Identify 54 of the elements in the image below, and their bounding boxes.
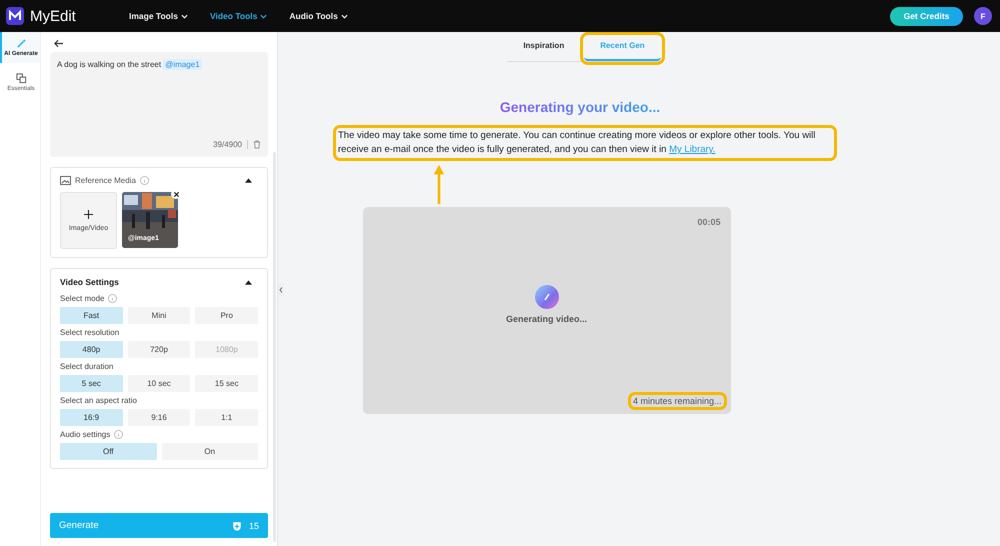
tab[interactable]: Inspiration xyxy=(507,36,580,61)
credit-shield-icon xyxy=(232,520,242,530)
status-message: The video may take some time to generate. You can continue creating more videos or explore other tools. You will receive an e-mail once the video is fully generated, and you can then view it in My Library. xyxy=(336,128,834,158)
app-name: MyEdit xyxy=(30,8,76,24)
option-button[interactable]: Off xyxy=(60,443,156,460)
generating-label: Generating video... xyxy=(506,314,588,324)
nav-menu[interactable]: Image Tools xyxy=(129,11,188,21)
option-button[interactable]: 9:16 xyxy=(128,409,190,426)
arrow-annotation xyxy=(432,164,446,204)
nav-menu[interactable]: Audio Tools xyxy=(289,11,348,21)
info-icon xyxy=(114,430,124,439)
option-button[interactable]: 1:1 xyxy=(195,409,258,426)
image-tag: @image1 xyxy=(163,59,202,70)
character-count: 39/4900 xyxy=(213,140,242,149)
back-arrow-icon[interactable] xyxy=(53,39,64,48)
option-button[interactable]: 480p xyxy=(60,341,123,358)
close-button[interactable] xyxy=(171,189,181,199)
caret-icon xyxy=(180,14,188,18)
caret-icon xyxy=(340,14,348,18)
prompt-text: A dog is walking on the street @image1 xyxy=(57,60,203,69)
option-button[interactable]: 16:9 xyxy=(60,409,123,426)
loading-orb-icon xyxy=(534,284,560,310)
setting-label: Select an aspect ratio xyxy=(60,396,137,405)
option-button[interactable]: On xyxy=(162,443,258,460)
setting-label: Select mode xyxy=(60,294,104,303)
card-title: Reference Media xyxy=(75,176,136,185)
image-icon xyxy=(60,176,71,185)
card-title: Video Settings xyxy=(60,277,119,287)
option-button[interactable]: 720p xyxy=(128,341,190,358)
trash-icon[interactable] xyxy=(253,140,261,149)
option-button[interactable]: 15 sec xyxy=(195,375,258,392)
option-button[interactable]: Pro xyxy=(195,307,258,324)
option-button[interactable]: Fast xyxy=(60,307,123,324)
option-button[interactable]: 10 sec xyxy=(128,375,190,392)
nav-menu[interactable]: Video Tools xyxy=(210,11,268,21)
status-title: Generating your video... xyxy=(500,99,660,115)
layers-icon xyxy=(16,73,26,84)
collapse-icon[interactable] xyxy=(245,280,252,284)
option-button[interactable]: 5 sec xyxy=(60,375,123,392)
collapse-icon[interactable] xyxy=(245,178,252,183)
prompt-field[interactable]: A dog is walking on the street @image1 39/4900 xyxy=(50,52,268,157)
setting-label: Audio settings xyxy=(60,430,110,439)
remaining-time: 4 minutes remaining... xyxy=(630,395,724,407)
info-icon xyxy=(108,294,118,303)
logo-icon xyxy=(6,7,24,25)
wand-icon xyxy=(16,38,26,49)
plus-icon xyxy=(84,210,93,218)
info-icon xyxy=(140,176,149,185)
setting-label: Select duration xyxy=(60,362,114,371)
avatar-button[interactable]: F xyxy=(974,7,992,25)
caret-icon xyxy=(260,14,268,18)
setting-label: Select resolution xyxy=(60,328,120,337)
duration-label: 00:05 xyxy=(697,217,720,227)
option-button[interactable]: Mini xyxy=(128,307,190,324)
